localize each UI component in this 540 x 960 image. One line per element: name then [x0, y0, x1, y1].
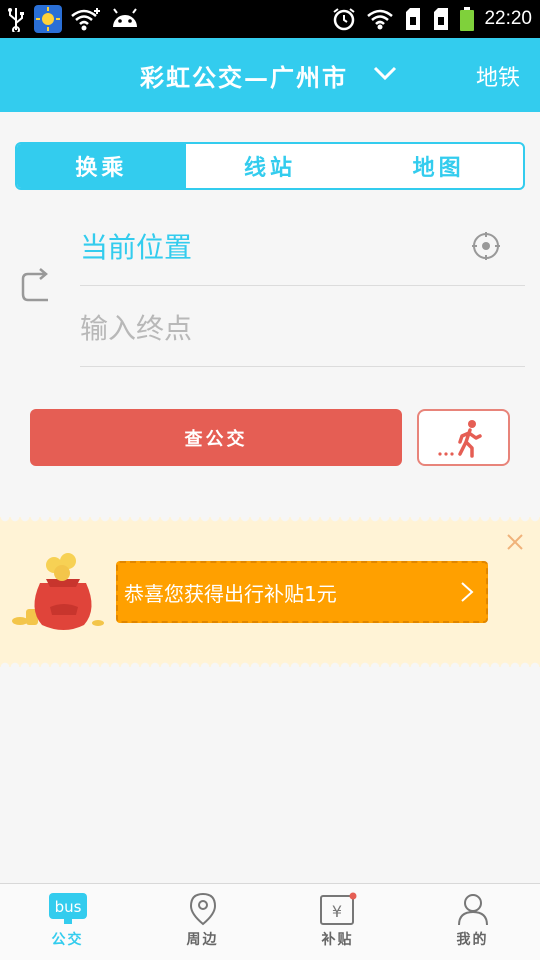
start-location-field[interactable]: 当前位置: [80, 206, 525, 286]
subway-button[interactable]: 地铁: [476, 60, 520, 92]
tab-map[interactable]: 地图: [354, 144, 523, 188]
chevron-right-icon: [461, 582, 474, 602]
promo-banner: 恭喜您获得出行补贴1元: [0, 517, 540, 667]
banner-top-edge: [0, 517, 540, 523]
start-location-text: 当前位置: [80, 230, 193, 264]
search-bus-button[interactable]: 查公交: [30, 409, 402, 466]
battery-icon: [460, 7, 475, 31]
nav-item-nearby[interactable]: 周边: [135, 884, 270, 960]
wifi-icon: [367, 9, 394, 30]
status-right-icons: 22:20: [332, 4, 532, 34]
destination-field[interactable]: 输入终点: [80, 287, 525, 367]
alarm-icon: [333, 8, 356, 31]
destination-placeholder: 输入终点: [80, 311, 193, 345]
wifi-plus-icon: [71, 8, 100, 31]
weather-icon: [34, 5, 62, 33]
yuan-card-icon: ¥: [319, 892, 356, 925]
nav-item-subsidy[interactable]: ¥ 补贴: [270, 884, 405, 960]
location-pin-icon: [189, 892, 216, 926]
status-bar: 22:20: [0, 0, 540, 38]
walking-person-icon: [437, 419, 482, 458]
banner-bottom-edge: [0, 661, 540, 667]
sim1-icon: [406, 8, 421, 30]
usb-icon: [8, 8, 24, 32]
subsidy-promo-button[interactable]: 恭喜您获得出行补贴1元: [116, 561, 488, 623]
nav-item-bus[interactable]: bus 公交: [0, 884, 135, 960]
app-header: 彩虹公交—广州市 地铁: [0, 38, 540, 112]
sim2-icon: [434, 8, 449, 30]
android-icon: [113, 8, 137, 27]
mode-tabs: 换乘 线站 地图: [15, 142, 525, 190]
close-icon[interactable]: [506, 533, 524, 551]
nav-label-bus: 公交: [51, 932, 84, 948]
promo-text: 恭喜您获得出行补贴1元: [124, 581, 337, 606]
status-time: 22:20: [484, 8, 532, 29]
locate-icon[interactable]: [472, 232, 500, 260]
status-left-icons: [6, 4, 140, 34]
person-icon: [457, 894, 488, 926]
nav-label-subsidy: 补贴: [321, 932, 354, 948]
svg-text:bus: bus: [54, 898, 81, 916]
money-bag-icon: [12, 553, 104, 630]
city-title[interactable]: 彩虹公交—广州市: [140, 58, 348, 93]
nav-label-mine: 我的: [456, 932, 489, 948]
bottom-nav: bus 公交 周边 ¥ 补贴 我的: [0, 883, 540, 960]
svg-text:¥: ¥: [331, 902, 341, 921]
swap-route-icon[interactable]: [20, 268, 52, 306]
tab-lines-stations[interactable]: 线站: [186, 144, 355, 188]
walk-button[interactable]: [417, 409, 510, 466]
chevron-down-icon[interactable]: [372, 64, 398, 82]
nav-item-mine[interactable]: 我的: [405, 884, 540, 960]
tab-transfer[interactable]: 换乘: [17, 144, 186, 188]
nav-label-nearby: 周边: [186, 932, 219, 948]
bus-icon: bus: [48, 893, 87, 924]
